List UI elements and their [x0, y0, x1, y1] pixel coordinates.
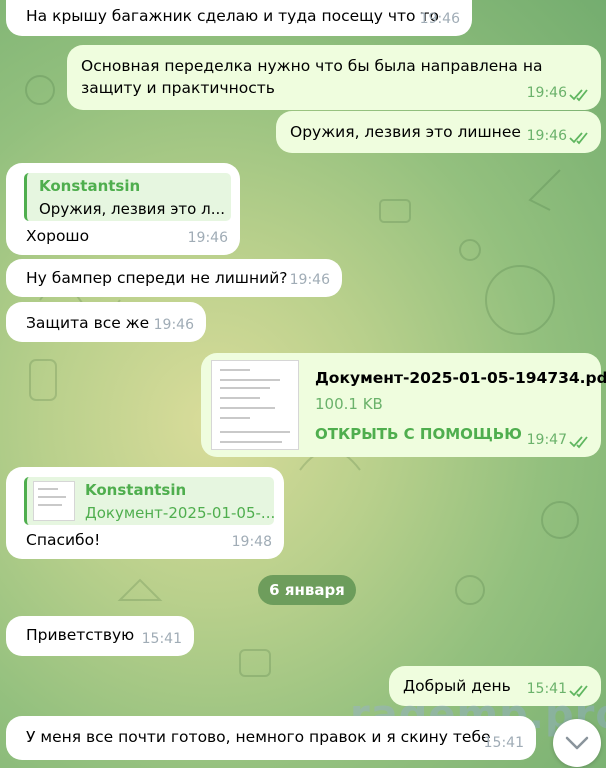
message-incoming[interactable]: У меня все почти готово, немного правок … [6, 716, 536, 760]
scroll-to-bottom-button[interactable] [553, 719, 601, 767]
read-checkmarks-icon [569, 436, 588, 449]
message-text: У меня все почти готово, немного правок … [26, 728, 491, 746]
message-incoming[interactable]: На крышу багажник сделаю и туда посещу ч… [6, 0, 472, 36]
message-time: 19:46 [289, 272, 330, 288]
message-time: 19:46 [187, 230, 228, 246]
message-time: 15:41 [483, 735, 524, 751]
message-incoming[interactable]: Ну бампер спереди не лишний? 19:46 [6, 259, 342, 297]
message-text: Спасибо! [26, 531, 101, 549]
message-time: 19:46 [526, 85, 567, 101]
message-text: Хорошо [26, 227, 90, 245]
message-time: 19:46 [153, 317, 194, 333]
message-incoming[interactable]: Konstantsin Документ-2025-01-05-... Спас… [6, 467, 284, 559]
message-text: Защита все же [26, 314, 150, 332]
date-separator: 6 января [258, 575, 356, 605]
message-incoming[interactable]: Konstantsin Оружия, лезвия это л... Хоро… [6, 163, 240, 255]
message-outgoing[interactable]: Оружия, лезвия это лишнее 19:46 [276, 111, 601, 153]
message-time: 15:41 [141, 631, 182, 647]
reply-text: Оружия, лезвия это л... [39, 200, 226, 218]
message-text: Ну бампер спереди не лишний? [26, 269, 288, 287]
file-thumbnail[interactable] [211, 360, 299, 450]
message-time: 19:46 [419, 11, 460, 27]
reply-file-thumbnail [33, 481, 75, 521]
chevron-down-icon [565, 736, 589, 750]
message-text: Основная переделка нужно что бы была нап… [81, 57, 543, 97]
reply-quote[interactable]: Konstantsin Оружия, лезвия это л... [24, 173, 231, 221]
reply-quote[interactable]: Konstantsin Документ-2025-01-05-... [24, 477, 276, 525]
reply-text: Документ-2025-01-05-... [85, 504, 276, 522]
file-size: 100.1 KB [315, 395, 383, 413]
message-outgoing[interactable]: Основная переделка нужно что бы была нап… [67, 45, 601, 110]
message-time: 19:47 [526, 432, 567, 448]
message-file-outgoing[interactable]: Документ-2025-01-05-194734.pdf 100.1 KB … [201, 353, 606, 457]
message-text: Приветствую [26, 626, 135, 644]
reply-author: Konstantsin [85, 481, 187, 499]
message-text: Оружия, лезвия это лишнее [290, 123, 521, 141]
read-checkmarks-icon [569, 89, 588, 102]
open-with-button[interactable]: ОТКРЫТЬ С ПОМОЩЬЮ [315, 423, 522, 445]
message-incoming[interactable]: Защита все же 19:46 [6, 302, 206, 342]
message-incoming[interactable]: Приветствую 15:41 [6, 616, 194, 656]
message-time: 19:46 [526, 128, 567, 144]
read-checkmarks-icon [569, 132, 588, 145]
file-name[interactable]: Документ-2025-01-05-194734.pdf [315, 367, 606, 389]
reply-author: Konstantsin [39, 177, 141, 195]
message-time: 19:48 [231, 534, 272, 550]
message-text: На крышу багажник сделаю и туда посещу ч… [26, 7, 439, 25]
